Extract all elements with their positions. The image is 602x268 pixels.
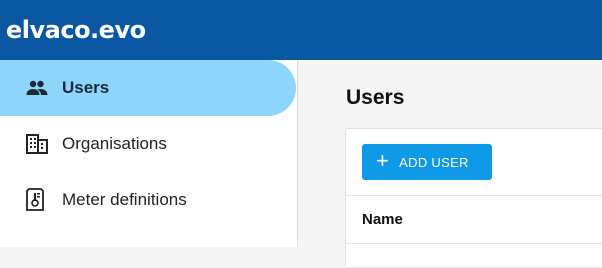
brand-logo[interactable]: elvaco.evo <box>6 16 146 44</box>
sidebar-item-users[interactable]: Users <box>0 60 296 116</box>
sidebar-item-label: Meter definitions <box>62 190 187 209</box>
top-app-bar: elvaco.evo <box>0 0 602 60</box>
users-icon <box>26 75 52 101</box>
sidebar-item-label: Organisations <box>62 134 167 153</box>
sidebar-item-label: Users <box>62 78 110 97</box>
sidebar-item-meter-definitions[interactable]: Meter definitions <box>0 172 297 228</box>
page-title: Users <box>346 86 405 109</box>
divider <box>346 243 602 244</box>
main-content: Users + ADD USER Name <box>298 60 602 268</box>
add-user-button[interactable]: + ADD USER <box>362 144 492 180</box>
divider <box>346 195 602 196</box>
sidebar: Users Organisations Meter definitions <box>0 60 298 247</box>
sidebar-item-organisations[interactable]: Organisations <box>0 116 297 172</box>
add-user-label: ADD USER <box>399 154 469 170</box>
plus-icon: + <box>376 148 390 173</box>
building-icon <box>26 131 52 157</box>
table-column-header-name[interactable]: Name <box>362 211 403 228</box>
users-card: + ADD USER Name <box>345 128 602 268</box>
meter-definition-icon <box>26 187 52 213</box>
